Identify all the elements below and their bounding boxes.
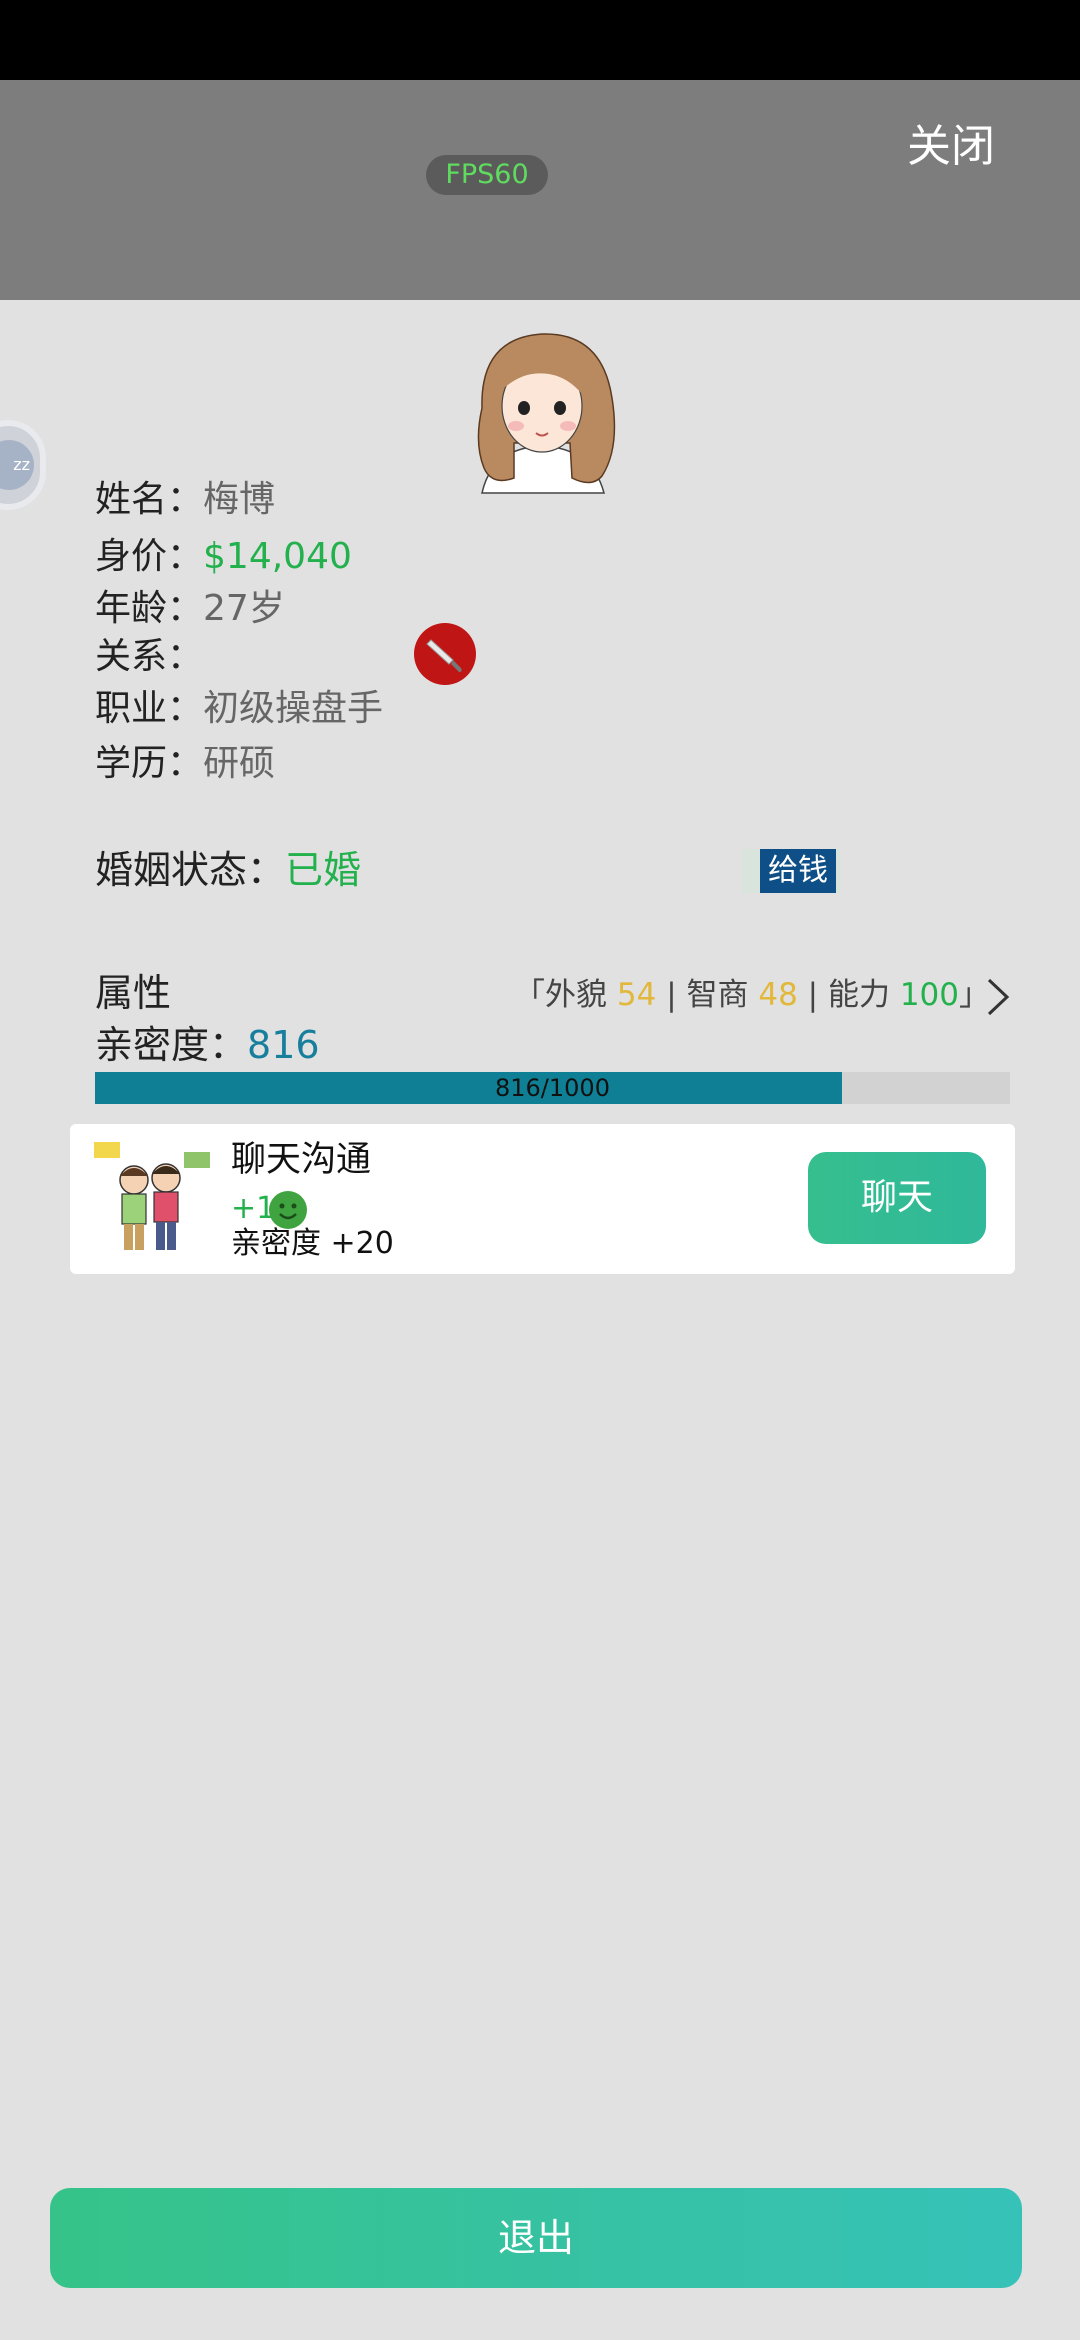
chat-action-card: 聊天沟通 +1 亲密度 +20 聊天 (70, 1124, 1015, 1274)
knife-icon[interactable] (413, 622, 477, 686)
fps-badge: FPS60 (426, 155, 548, 195)
name-label: 姓名： (95, 479, 204, 520)
close-button[interactable]: 关闭 (896, 112, 1006, 182)
job-row: 职业：初级操盘手 (95, 684, 383, 734)
attr-sep-2: | 能力 (797, 977, 900, 1013)
worth-label: 身价： (95, 536, 204, 577)
worth-value: $14,040 (203, 536, 352, 577)
status-bar (0, 0, 1080, 80)
chat-card-title: 聊天沟通 (231, 1140, 372, 1180)
intimacy-progress-text: 816/1000 (495, 1074, 610, 1102)
marriage-value: 已婚 (285, 848, 362, 892)
intimacy-progress-bar: 816/1000 (95, 1072, 1010, 1104)
worth-row: 身价：$14,040 (95, 532, 352, 582)
attr-sep-1: | 智商 (656, 977, 759, 1013)
attributes-summary: 「外貌 54 | 智商 48 | 能力 100」 (514, 972, 990, 1018)
iq-value: 48 (758, 977, 798, 1013)
attributes-title: 属性 (95, 971, 172, 1015)
marriage-label: 婚姻状态： (95, 848, 286, 892)
chat-button[interactable]: 聊天 (808, 1152, 986, 1244)
exit-button[interactable]: 退出 (50, 2188, 1022, 2288)
job-label: 职业： (95, 688, 204, 729)
name-row: 姓名：梅博 (95, 475, 275, 525)
relation-row: 关系： (95, 632, 203, 682)
chevron-right-icon[interactable] (983, 976, 1013, 1018)
give-money-button[interactable]: 给钱 (760, 849, 836, 893)
education-row: 学历：研硕 (95, 739, 275, 789)
education-value: 研硕 (203, 743, 276, 784)
age-label: 年龄： (95, 588, 204, 629)
relation-label: 关系： (95, 636, 204, 677)
attr-open: 「外貌 (514, 977, 617, 1013)
age-value: 27岁 (203, 588, 285, 629)
marriage-status-row: 婚姻状态：已婚 (95, 845, 361, 895)
chat-card-effect: 亲密度 +20 (231, 1226, 394, 1261)
name-value: 梅博 (203, 479, 276, 520)
age-row: 年龄：27岁 (95, 584, 285, 634)
intimacy-row: 亲密度：816 (95, 1020, 320, 1070)
intimacy-label: 亲密度： (95, 1023, 248, 1067)
character-avatar (477, 333, 616, 494)
chatting-friends-illustration (94, 1142, 210, 1250)
ability-value: 100 (899, 977, 959, 1013)
floating-bubble-button[interactable]: zz (0, 420, 46, 510)
intimacy-value: 816 (247, 1023, 320, 1067)
job-value: 初级操盘手 (203, 688, 384, 729)
looks-value: 54 (616, 977, 657, 1013)
floating-bubble-label: zz (0, 440, 34, 490)
education-label: 学历： (95, 743, 204, 784)
